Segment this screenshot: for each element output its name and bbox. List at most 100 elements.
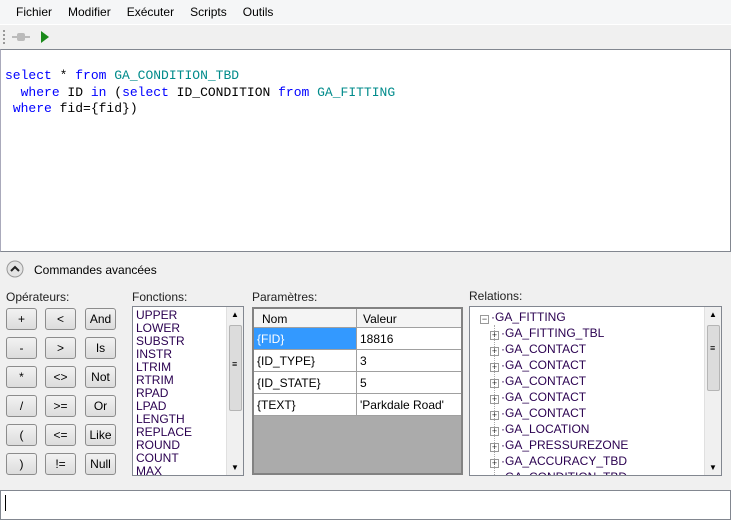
params-header: Nom Valeur	[254, 309, 461, 328]
param-name[interactable]: {ID_STATE}	[254, 372, 357, 393]
collapse-node-icon[interactable]: −	[480, 315, 489, 324]
expand-node-icon[interactable]: +	[490, 459, 499, 468]
relation-node[interactable]: + ·GA_CONTACT	[490, 341, 721, 357]
relation-label: GA_CONTACT	[505, 358, 587, 372]
param-row[interactable]: {FID} 18816	[254, 328, 461, 350]
operator-button[interactable]: <>	[45, 366, 76, 388]
relation-node[interactable]: +·GA_CONDITION_TBD	[490, 469, 721, 476]
relation-node[interactable]: + ·GA_PRESSUREZONE	[490, 437, 721, 453]
code-token: ID_CONDITION	[168, 84, 279, 100]
expand-node-icon[interactable]: +	[490, 411, 499, 420]
functions-list[interactable]: UPPER LOWER SUBSTR INSTR LTRIM RTRIM RPAD LPAD L…	[132, 306, 244, 478]
expand-node-icon[interactable]: +	[490, 379, 499, 388]
toolbar-grip[interactable]	[3, 30, 5, 44]
relation-node[interactable]: + ·GA_LOCATION	[490, 421, 721, 437]
menu-0[interactable]: Fichier	[8, 0, 60, 24]
code-token: *	[51, 68, 76, 83]
relation-label: GA_LOCATION	[505, 422, 590, 436]
operator-button[interactable]: /	[6, 395, 37, 417]
operator-button[interactable]: (	[6, 424, 37, 446]
param-name[interactable]: {FID}	[254, 328, 357, 349]
operator-button[interactable]: Like	[85, 424, 116, 446]
relation-label: GA_PRESSUREZONE	[505, 438, 629, 452]
expand-node-icon[interactable]: +	[490, 395, 499, 404]
functions-scrollbar[interactable]: ▲ ≡ ▼	[226, 307, 243, 475]
expand-node-icon[interactable]: +	[490, 347, 499, 356]
code-token: from	[75, 68, 107, 83]
relation-label: GA_CONDITION_TBD	[505, 470, 627, 475]
relation-label: GA_CONTACT	[505, 406, 587, 420]
param-value[interactable]: 18816	[357, 328, 461, 349]
param-name[interactable]: {TEXT}	[254, 394, 357, 415]
relation-node[interactable]: + ·GA_CONTACT	[490, 389, 721, 405]
relation-label: GA_CONTACT	[505, 374, 587, 388]
param-row[interactable]: {ID_STATE} 5	[254, 372, 461, 394]
relations-scrollbar[interactable]: ▲ ≡ ▼	[704, 307, 721, 475]
operator-button[interactable]: Null	[85, 453, 116, 475]
operator-button[interactable]: And	[85, 308, 116, 330]
expand-node-icon[interactable]: +	[490, 427, 499, 436]
relations-tree[interactable]: − ·GA_FITTING + ·GA_FITTING_TBL + ·GA_CONTAC…	[469, 306, 722, 476]
menu-4[interactable]: Outils	[235, 0, 282, 24]
operator-button[interactable]: >=	[45, 395, 76, 417]
header-valeur[interactable]: Valeur	[357, 309, 461, 327]
code-token: where	[20, 84, 60, 100]
menu-3[interactable]: Scripts	[182, 0, 235, 24]
toolbar	[0, 24, 731, 48]
code-token: GA_FITTING	[317, 84, 396, 100]
operator-button[interactable]: >	[45, 337, 76, 359]
param-value[interactable]: 5	[357, 372, 461, 393]
operator-button[interactable]: Is	[85, 337, 116, 359]
menu-1[interactable]: Modifier	[60, 0, 119, 24]
param-value[interactable]: 'Parkdale Road'	[357, 394, 461, 415]
code-token: in	[90, 84, 107, 100]
code-line: where fid={fid})	[5, 101, 730, 118]
operator-button[interactable]: <=	[45, 424, 76, 446]
expand-node-icon[interactable]: +	[490, 363, 499, 372]
functions-label: Fonctions:	[132, 290, 188, 304]
plugin-icon[interactable]	[12, 31, 30, 43]
menu-bar: Fichier Modifier Exécuter Scripts Outils	[0, 0, 731, 24]
operator-button[interactable]: Or	[85, 395, 116, 417]
operator-button[interactable]: <	[45, 308, 76, 330]
relation-node[interactable]: + ·GA_ACCURACY_TBD	[490, 453, 721, 469]
expand-node-icon[interactable]: +	[490, 331, 499, 340]
relation-node[interactable]: + ·GA_CONTACT	[490, 373, 721, 389]
code-token: from	[278, 84, 310, 100]
code-token: (	[106, 84, 123, 100]
param-value[interactable]: 3	[357, 350, 461, 371]
param-name[interactable]: {ID_TYPE}	[254, 350, 357, 371]
code-line: select * from GA_CONDITION_TBD	[5, 68, 730, 85]
expand-node-icon[interactable]: +	[490, 443, 499, 452]
code-line: where ID in (select ID_CONDITION from GA…	[5, 85, 730, 102]
code-token: select	[5, 68, 52, 83]
param-row[interactable]: {ID_TYPE} 3	[254, 350, 461, 372]
param-row[interactable]: {TEXT} 'Parkdale Road'	[254, 394, 461, 416]
operator-button[interactable]: *	[6, 366, 37, 388]
operator-button[interactable]: Not	[85, 366, 116, 388]
relation-node[interactable]: + ·GA_CONTACT	[490, 357, 721, 373]
operator-button[interactable]: !=	[45, 453, 76, 475]
code-token: where	[12, 101, 52, 116]
relation-label: GA_ACCURACY_TBD	[505, 454, 628, 468]
code-token: ID	[59, 84, 91, 100]
output-field[interactable]	[0, 490, 731, 520]
collapse-icon[interactable]	[6, 260, 24, 278]
params-grid[interactable]: Nom Valeur {FID} 18816 {ID_TYPE} 3 {ID_STATE…	[252, 307, 463, 475]
menu-2[interactable]: Exécuter	[119, 0, 182, 24]
sql-editor[interactable]: select * from GA_CONDITION_TBD where ID …	[0, 49, 731, 252]
relation-node[interactable]: + ·GA_CONTACT	[490, 405, 721, 421]
operator-button[interactable]: -	[6, 337, 37, 359]
header-nom[interactable]: Nom	[254, 309, 357, 327]
run-icon[interactable]	[40, 30, 50, 44]
relation-label: GA_FITTING_TBL	[505, 326, 605, 340]
operator-button[interactable]: )	[6, 453, 37, 475]
text-cursor	[5, 495, 6, 511]
expand-node-icon[interactable]: +	[492, 475, 497, 476]
tree-root[interactable]: − ·GA_FITTING	[480, 309, 721, 325]
operator-button[interactable]: +	[6, 308, 37, 330]
relation-node[interactable]: + ·GA_FITTING_TBL	[490, 325, 721, 341]
